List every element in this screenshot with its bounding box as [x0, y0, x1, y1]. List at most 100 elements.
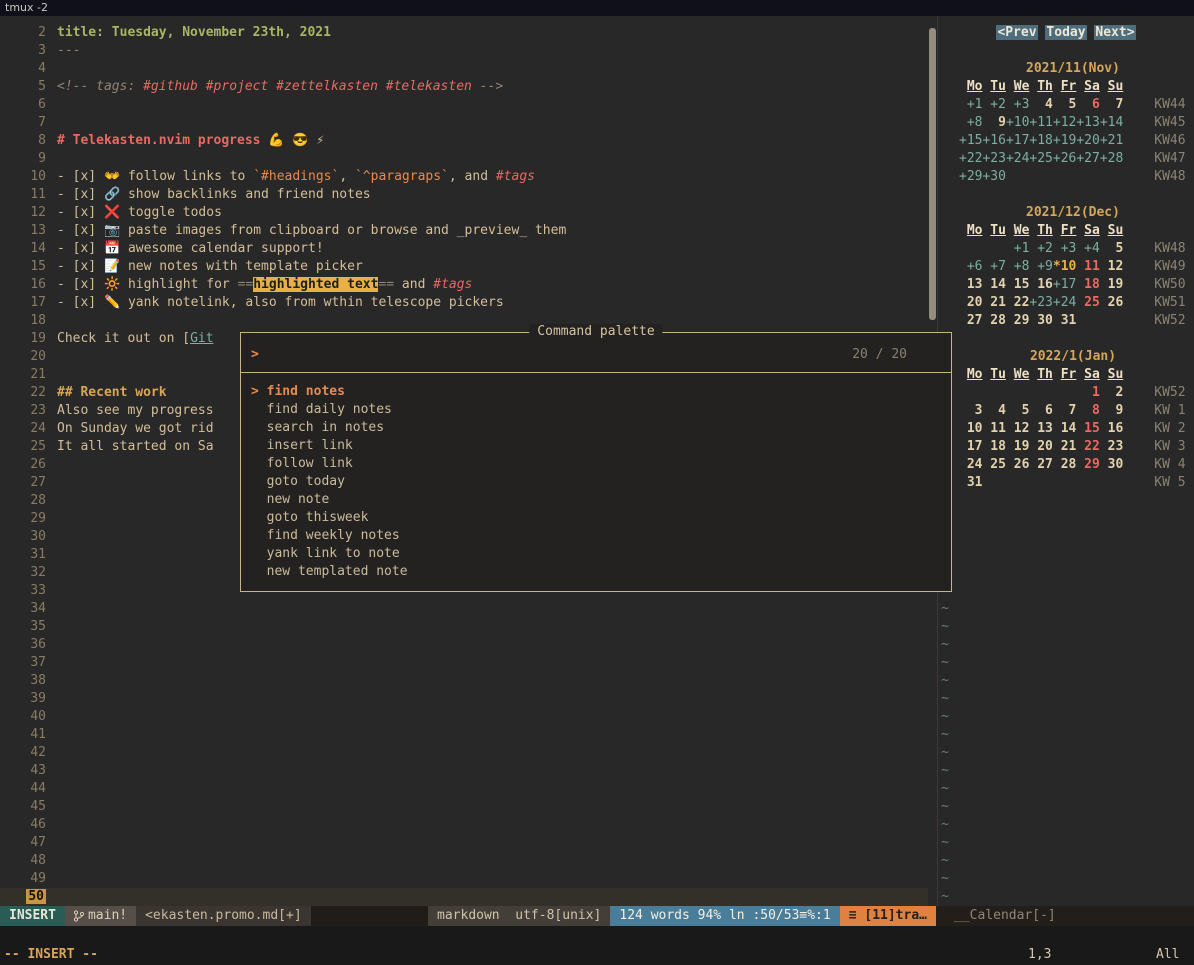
calendar-day[interactable]: 22	[1006, 294, 1029, 312]
calendar-day[interactable]: 11	[1076, 258, 1099, 276]
calendar-day[interactable]: +3	[1053, 240, 1076, 258]
calendar-day[interactable]: 21	[982, 294, 1005, 312]
editor-line[interactable]: 49	[0, 870, 928, 888]
editor-line[interactable]: 7	[0, 114, 928, 132]
calendar-day[interactable]: 16	[1100, 420, 1123, 438]
editor-line[interactable]: 44	[0, 780, 928, 798]
editor-line[interactable]: 34	[0, 600, 928, 618]
editor-line[interactable]: 15- [x] 📝 new notes with template picker	[0, 258, 928, 276]
palette-item[interactable]: find weekly notes	[241, 527, 951, 545]
editor-line[interactable]: 46	[0, 816, 928, 834]
editor-line[interactable]: 5<!-- tags: #github #project #zettelkast…	[0, 78, 928, 96]
palette-item[interactable]: search in notes	[241, 419, 951, 437]
calendar-prev-button[interactable]: <Prev	[996, 25, 1037, 40]
calendar-day[interactable]: +24	[1006, 150, 1029, 168]
calendar-day[interactable]: 18	[982, 438, 1005, 456]
calendar-day[interactable]: 27	[959, 312, 982, 330]
calendar-day[interactable]: +13	[1076, 114, 1099, 132]
calendar-day[interactable]: +29	[959, 168, 982, 186]
editor-line[interactable]: 37	[0, 654, 928, 672]
calendar-day[interactable]: 21	[1053, 438, 1076, 456]
editor-line[interactable]: 9	[0, 150, 928, 168]
calendar-day[interactable]: +14	[1100, 114, 1123, 132]
calendar-day[interactable]: +15	[959, 132, 982, 150]
calendar-day[interactable]: 6	[1076, 96, 1099, 114]
palette-item[interactable]: goto thisweek	[241, 509, 951, 527]
palette-item[interactable]: new note	[241, 491, 951, 509]
calendar-day[interactable]: 18	[1076, 276, 1099, 294]
editor-line[interactable]: 10- [x] 👐 follow links to `#headings`, `…	[0, 168, 928, 186]
calendar-day[interactable]: 10	[959, 420, 982, 438]
calendar-day[interactable]: 4	[982, 402, 1005, 420]
calendar-day[interactable]: 15	[1076, 420, 1099, 438]
editor-line[interactable]: 18	[0, 312, 928, 330]
calendar-day[interactable]: 30	[1100, 456, 1123, 474]
calendar-day[interactable]: +19	[1053, 132, 1076, 150]
calendar-day[interactable]: 24	[959, 456, 982, 474]
palette-item[interactable]: find daily notes	[241, 401, 951, 419]
calendar-day[interactable]: +10	[1006, 114, 1029, 132]
editor-line[interactable]: 16- [x] 🔆 highlight for ==highlighted te…	[0, 276, 928, 294]
calendar-day[interactable]: +8	[959, 114, 982, 132]
calendar-day[interactable]: 31	[1053, 312, 1076, 330]
calendar-day[interactable]: +24	[1053, 294, 1076, 312]
editor-line[interactable]: 4	[0, 60, 928, 78]
editor-line[interactable]: 8# Telekasten.nvim progress 💪 😎 ⚡	[0, 132, 928, 150]
editor-line[interactable]: 38	[0, 672, 928, 690]
editor-line[interactable]: 12- [x] ❌ toggle todos	[0, 204, 928, 222]
calendar-day[interactable]: 8	[1076, 402, 1099, 420]
palette-item[interactable]: goto today	[241, 473, 951, 491]
calendar-day[interactable]: +23	[982, 150, 1005, 168]
command-line[interactable]: :lua require('telekasten').panel()	[0, 926, 1194, 944]
editor-line[interactable]: 35	[0, 618, 928, 636]
editor-line[interactable]: 42	[0, 744, 928, 762]
calendar-day[interactable]: 27	[1029, 456, 1052, 474]
editor-line[interactable]: 39	[0, 690, 928, 708]
editor-line[interactable]: 40	[0, 708, 928, 726]
editor-line[interactable]: 36	[0, 636, 928, 654]
calendar-day[interactable]: 7	[1053, 402, 1076, 420]
calendar-day[interactable]: +17	[1053, 276, 1076, 294]
calendar-day[interactable]: +23	[1029, 294, 1052, 312]
calendar-day[interactable]: 20	[1029, 438, 1052, 456]
calendar-day[interactable]: 5	[1053, 96, 1076, 114]
calendar-day[interactable]: +8	[1006, 258, 1029, 276]
calendar-day[interactable]: +20	[1076, 132, 1099, 150]
calendar-day[interactable]: 9	[1100, 402, 1123, 420]
calendar-day[interactable]: 28	[1053, 456, 1076, 474]
calendar-day[interactable]: 11	[982, 420, 1005, 438]
calendar-day[interactable]: +4	[1076, 240, 1099, 258]
editor-line[interactable]: 14- [x] 📅 awesome calendar support!	[0, 240, 928, 258]
calendar-day[interactable]: 28	[982, 312, 1005, 330]
calendar-day[interactable]: +11	[1029, 114, 1052, 132]
editor-line[interactable]: 43	[0, 762, 928, 780]
calendar-day[interactable]: +2	[982, 96, 1005, 114]
editor-line[interactable]: 6	[0, 96, 928, 114]
editor-line[interactable]: 50	[0, 888, 928, 906]
calendar-day[interactable]: 2	[1100, 384, 1123, 402]
calendar-day[interactable]: 26	[1100, 294, 1123, 312]
palette-item[interactable]: new templated note	[241, 563, 951, 581]
calendar-day[interactable]: 5	[1006, 402, 1029, 420]
editor-line[interactable]: 47	[0, 834, 928, 852]
calendar-day[interactable]: 29	[1076, 456, 1099, 474]
calendar-day[interactable]: 19	[1006, 438, 1029, 456]
calendar-day[interactable]: 13	[1029, 420, 1052, 438]
calendar-day[interactable]: 29	[1006, 312, 1029, 330]
scrollbar-thumb[interactable]	[929, 28, 936, 320]
calendar-day[interactable]: +3	[1006, 96, 1029, 114]
calendar-day[interactable]: 4	[1029, 96, 1052, 114]
calendar-day[interactable]: 23	[1100, 438, 1123, 456]
calendar-day[interactable]: 30	[1029, 312, 1052, 330]
editor-line[interactable]: 17- [x] ✏️ yank notelink, also from wthi…	[0, 294, 928, 312]
calendar-day[interactable]: 25	[982, 456, 1005, 474]
calendar-day[interactable]: +25	[1029, 150, 1052, 168]
calendar-day[interactable]: 1	[1076, 384, 1099, 402]
calendar-day[interactable]: 5	[1100, 240, 1123, 258]
calendar-day[interactable]: 3	[959, 402, 982, 420]
calendar-day[interactable]: 22	[1076, 438, 1099, 456]
calendar-day[interactable]: 19	[1100, 276, 1123, 294]
calendar-day[interactable]: 17	[959, 438, 982, 456]
calendar-day[interactable]: +6	[959, 258, 982, 276]
editor-line[interactable]: 48	[0, 852, 928, 870]
